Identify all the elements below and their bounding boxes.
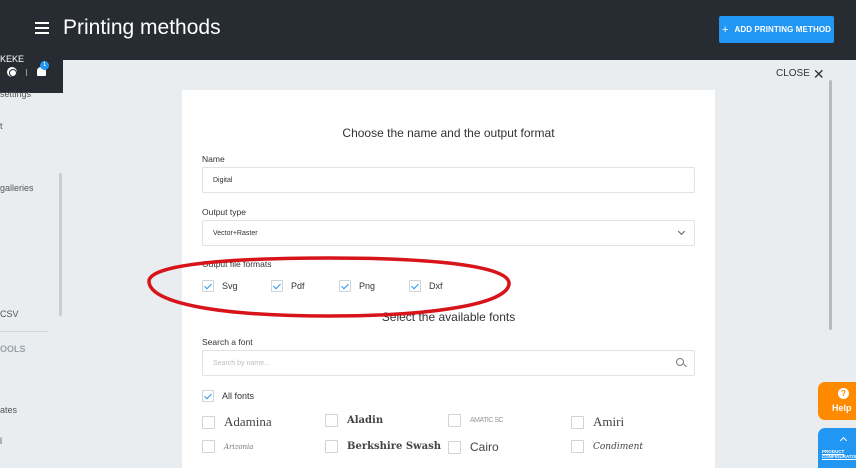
checkbox-checked-icon [202,280,214,292]
checkbox-checked-icon [202,390,214,402]
page-title: Printing methods [63,16,221,39]
checkbox-checked-icon [409,280,421,292]
help-button[interactable]: ? Help [818,382,856,420]
checkbox-icon [448,440,461,454]
output-type-select[interactable]: Vector+Raster [202,220,695,246]
checkbox-icon [202,415,215,429]
user-box: KEKE 1 [0,53,63,93]
font-option-amiri[interactable]: Amiri [571,414,624,430]
output-type-value: Vector+Raster [213,229,258,237]
printing-method-form: Choose the name and the output format Na… [182,90,715,468]
font-option-condiment[interactable]: Condiment [571,440,643,453]
name-label: Name [202,154,225,164]
font-option-adamina[interactable]: Adamina [202,414,272,430]
font-label: Condiment [593,441,644,452]
font-option-amatic-sc[interactable]: AMATIC SC [448,414,504,427]
format-checkbox-pdf[interactable]: Pdf [271,280,305,292]
checkbox-icon [448,414,461,427]
format-label: Svg [222,281,238,291]
output-formats-label: Output file formats [202,259,272,269]
font-option-berkshire-swash[interactable]: Berkshire Swash [325,440,441,453]
output-type-label: Output type [202,207,246,217]
font-label: Amiri [593,414,625,429]
help-label: Help [832,403,852,413]
format-label: Png [359,281,376,291]
sidebar-section-tools: OOLS [0,344,26,354]
name-input[interactable]: Digital [202,167,695,193]
format-label: Pdf [291,281,305,291]
search-icon[interactable] [676,358,684,366]
font-label: Cairo [470,440,499,454]
help-icon: ? [838,388,849,399]
notification-badge: 1 [40,61,49,70]
checkbox-icon [202,440,215,453]
font-option-cairo[interactable]: Cairo [448,440,499,454]
hamburger-menu-icon[interactable] [35,22,49,34]
close-button[interactable]: CLOSE ✕ [776,65,825,82]
sidebar-item-settings[interactable]: settings [0,89,31,99]
all-fonts-checkbox[interactable]: All fonts [202,390,254,402]
format-checkbox-dxf[interactable]: Dxf [409,280,443,292]
sidebar-item-templates[interactable]: ates [0,405,17,415]
font-label: Aladin [347,415,384,426]
plus-icon: + [721,23,729,36]
format-label: Dxf [429,281,443,291]
checkbox-checked-icon [271,280,283,292]
fonts-heading: Select the available fonts [381,310,516,324]
add-printing-method-button[interactable]: + ADD PRINTING METHOD [719,16,834,43]
font-label: Berkshire Swash [347,441,442,452]
font-search-placeholder: Search by name... [213,359,270,367]
sidebar-scrollbar[interactable] [59,173,62,316]
font-label: Adamina [224,414,272,429]
globe-icon[interactable] [7,67,17,77]
format-checkbox-svg[interactable]: Svg [202,280,238,292]
add-printing-method-label: ADD PRINTING METHOD [734,25,832,34]
sidebar-item-t[interactable]: t [0,121,3,131]
main-scrollbar[interactable] [829,80,832,330]
font-label: Arizonia [224,442,254,451]
top-bar: Printing methods + ADD PRINTING METHOD [0,0,856,60]
font-option-aladin[interactable]: Aladin [325,414,383,427]
form-heading: Choose the name and the output format [342,126,555,140]
font-label: AMATIC SC [470,417,504,424]
chevron-up-icon [839,436,848,445]
checkbox-icon [325,414,338,427]
font-option-arizonia[interactable]: Arizonia [202,440,253,453]
checkbox-icon [325,440,338,453]
sidebar-item-csv[interactable]: CSV [0,309,19,319]
close-label: CLOSE [776,68,810,79]
checkbox-icon [571,440,584,453]
product-configurator-button[interactable]: PRODUCT CONFIGURATOR [818,428,856,468]
user-name: KEKE [0,54,25,64]
checkbox-checked-icon [339,280,351,292]
search-font-label: Search a font [202,337,253,347]
divider [26,69,27,76]
chevron-down-icon [677,227,686,236]
format-checkbox-png[interactable]: Png [339,280,375,292]
all-fonts-label: All fonts [222,391,255,401]
close-icon: ✕ [812,65,825,82]
product-configurator-label: PRODUCT CONFIGURATOR [822,449,856,459]
checkbox-icon [571,415,584,429]
sidebar-item-l[interactable]: l [0,436,2,446]
sidebar-item-galleries[interactable]: galleries [0,183,34,193]
sidebar-divider [0,331,48,332]
name-input-value: Digital [213,176,233,184]
font-search-input[interactable]: Search by name... [202,350,695,376]
